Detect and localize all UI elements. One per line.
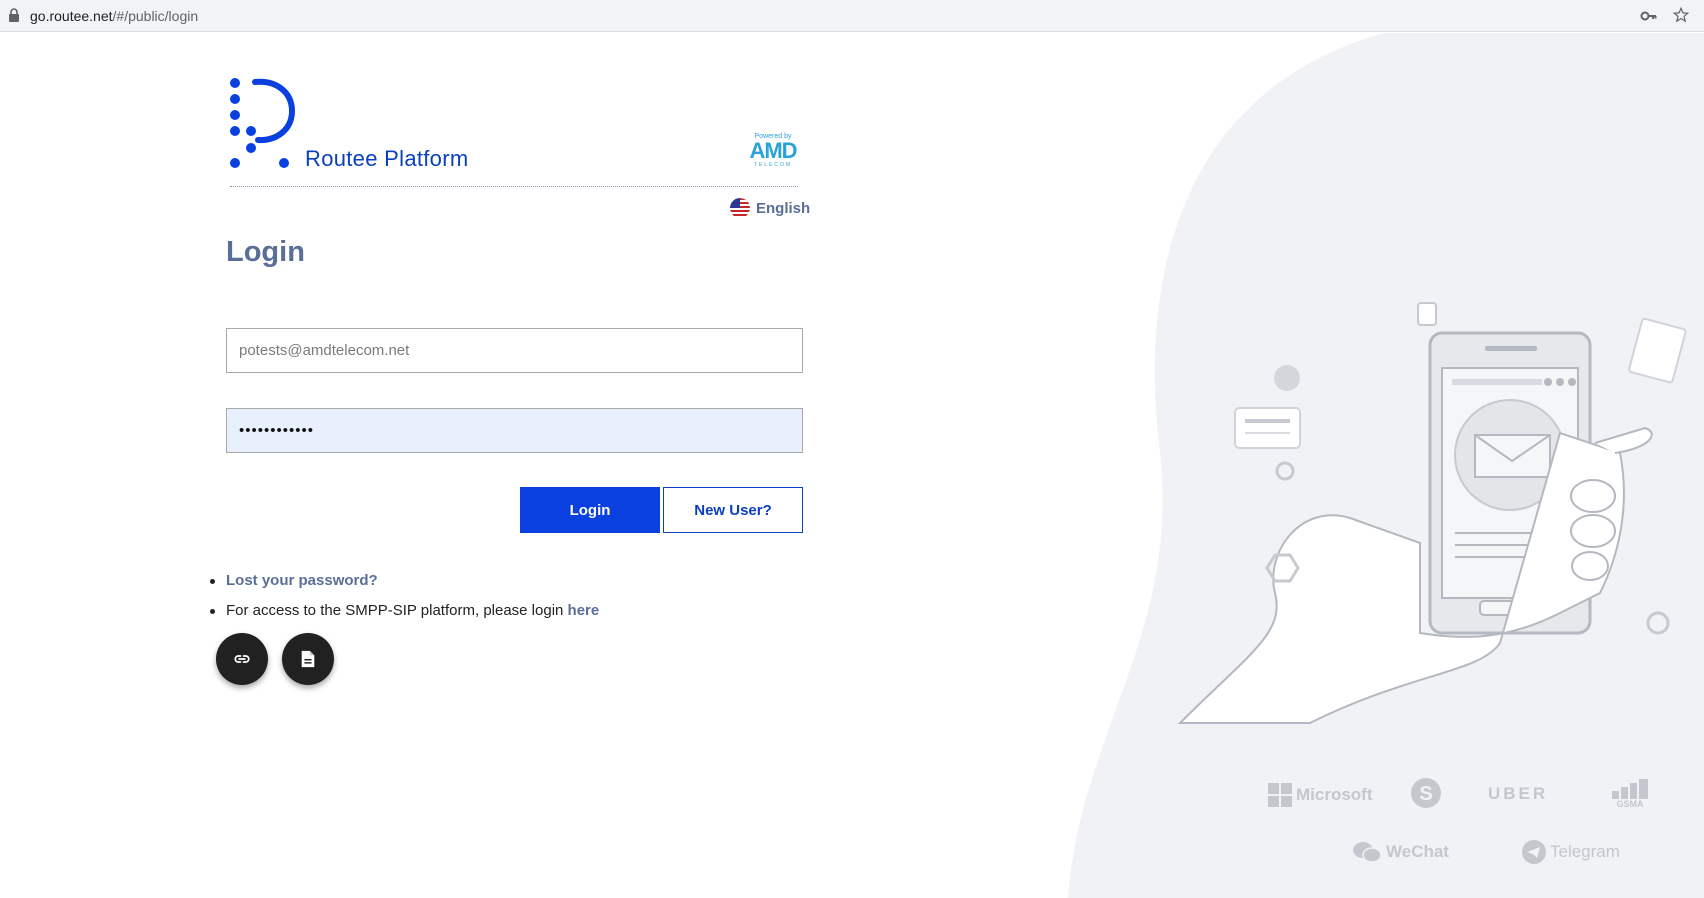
partner-logo-telegram: Telegram (1522, 840, 1620, 864)
svg-text:S: S (1419, 783, 1432, 805)
wechat-icon (1353, 842, 1382, 863)
document-button[interactable] (282, 633, 334, 685)
partner-name: Microsoft (1296, 785, 1373, 804)
email-field[interactable] (226, 328, 803, 373)
partner-name: Telegram (1550, 842, 1620, 861)
header-divider (230, 186, 798, 187)
url-path: /#/public/login (112, 8, 199, 24)
skype-icon: S (1411, 778, 1441, 808)
link-icon (234, 655, 250, 663)
microsoft-icon (1268, 783, 1292, 807)
list-item: For access to the SMPP-SIP platform, ple… (210, 602, 599, 619)
lost-password-link[interactable]: Lost your password? (226, 572, 378, 589)
skype-logo: S (1410, 777, 1442, 809)
smpp-access-text: For access to the SMPP-SIP platform, ple… (226, 602, 568, 619)
key-icon[interactable] (1640, 7, 1658, 25)
new-user-button[interactable]: New User? (663, 487, 803, 533)
document-icon (301, 650, 315, 668)
amd-logo-text: AMD (749, 138, 797, 163)
help-links: Lost your password? For access to the SM… (210, 572, 599, 632)
password-field[interactable] (226, 408, 803, 453)
language-selector[interactable]: English (730, 198, 810, 218)
gsma-icon (1612, 779, 1648, 799)
partner-logo-microsoft: Microsoft (1268, 783, 1373, 807)
partner-name: WeChat (1386, 842, 1449, 861)
link-button[interactable] (216, 633, 268, 685)
brand-name: Routee Platform (305, 146, 469, 171)
url-host: go.routee.net (30, 8, 113, 24)
language-label: English (756, 199, 811, 217)
login-button[interactable]: Login (520, 487, 660, 533)
telegram-icon (1522, 840, 1546, 864)
decorative-illustration (1068, 33, 1704, 898)
partner-name: UBER (1488, 784, 1549, 803)
partner-logo-uber: UBER (1488, 784, 1548, 804)
smpp-login-link[interactable]: here (568, 602, 600, 619)
partner-logo-gsma: GSMA (1610, 779, 1650, 809)
url-field[interactable]: go.routee.net/#/public/login (30, 8, 198, 24)
telecom-text: TELECOM (753, 162, 793, 168)
browser-address-bar: go.routee.net/#/public/login (0, 0, 1704, 32)
us-flag-icon (730, 198, 750, 218)
page-title: Login (226, 236, 305, 268)
partner-name: GSMA (1616, 799, 1644, 809)
bookmark-star-icon[interactable] (1672, 6, 1690, 24)
list-item: Lost your password? (210, 572, 599, 589)
partner-logo-wechat: WeChat (1352, 840, 1449, 864)
lock-icon (9, 8, 19, 22)
routee-logo-icon (230, 78, 296, 168)
powered-by-logo: Powered by AMD TELECOM (748, 133, 798, 168)
